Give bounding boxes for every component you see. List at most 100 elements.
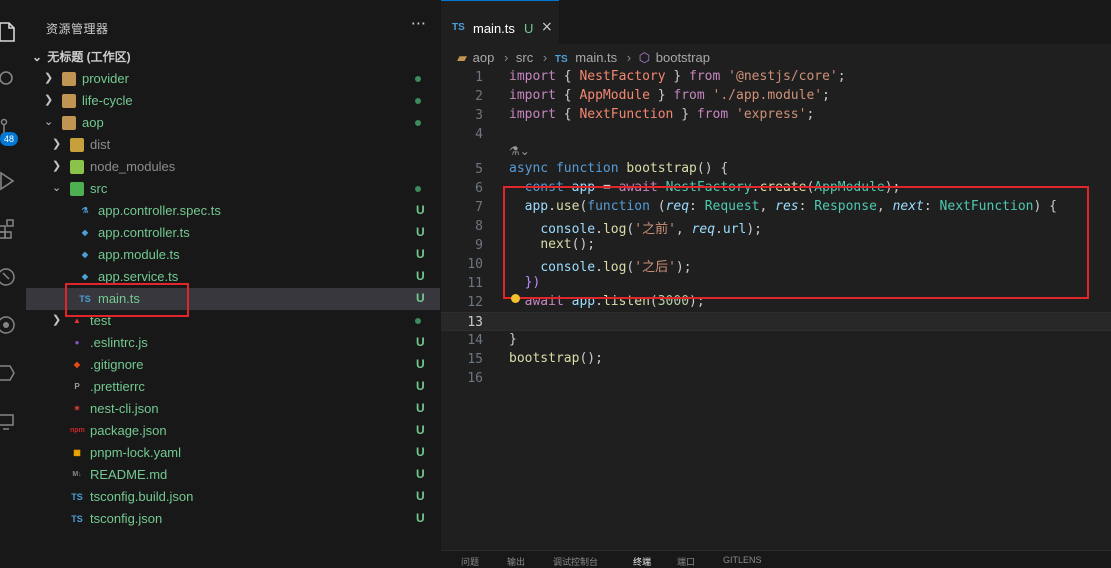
line-number: 14 (467, 333, 483, 348)
remote-explorer-icon[interactable] (0, 308, 26, 338)
tree-folder-node-modules[interactable]: ❯ node_modules (26, 156, 440, 178)
npm-icon: npm (70, 427, 85, 434)
git-status-untracked: U (416, 489, 425, 503)
tree-file-gitignore[interactable]: ◆ .gitignore U (26, 354, 440, 376)
git-status-untracked: U (416, 335, 425, 349)
breadcrumb-item[interactable]: src (516, 50, 533, 65)
tree-folder-dist[interactable]: ❯ dist (26, 134, 440, 156)
tree-item-label: app.controller.spec.ts (98, 203, 221, 218)
line-number: 11 (467, 276, 483, 291)
tree-file-app-controller[interactable]: ◆ app.controller.ts U (26, 222, 440, 244)
folder-node-icon (70, 160, 84, 174)
code-line: 2 import { AppModule } from './app.modul… (441, 87, 1111, 106)
git-status-dot (415, 120, 421, 126)
activity-bar: 48 (0, 0, 27, 562)
more-actions-icon[interactable]: ··· (411, 14, 426, 33)
function-symbol-icon: ⬡ (638, 50, 651, 65)
remote-icon[interactable] (0, 404, 26, 434)
folder-open-icon (62, 116, 76, 130)
code-lens-icon[interactable]: ⚗⌄ (509, 144, 530, 158)
eslint-icon: ● (74, 338, 80, 347)
code-line: 15 bootstrap(); (441, 350, 1111, 369)
tree-item-label: dist (90, 137, 111, 152)
line-number: 15 (467, 352, 483, 367)
code-text: bootstrap(); (509, 351, 603, 366)
git-graph-icon[interactable] (0, 260, 26, 290)
tree-item-label: app.service.ts (98, 269, 179, 284)
tree-item-label: pnpm-lock.yaml (90, 445, 182, 460)
tree-file-eslintrc[interactable]: ● .eslintrc.js U (26, 332, 440, 354)
test-file-icon: ⚗ (81, 206, 89, 215)
line-number: 2 (475, 89, 483, 104)
tree-item-label: nest-cli.json (90, 401, 159, 416)
explorer-icon[interactable] (0, 16, 26, 46)
folder-src-icon (70, 182, 84, 196)
tree-item-label: .eslintrc.js (90, 335, 148, 350)
testing-icon[interactable] (0, 356, 26, 386)
extensions-icon[interactable] (0, 212, 26, 242)
search-icon[interactable] (0, 62, 26, 92)
tree-file-pnpm-lock[interactable]: ▦ pnpm-lock.yaml U (26, 442, 440, 464)
pnpm-icon: ▦ (73, 448, 81, 457)
tree-file-package-json[interactable]: npm package.json U (26, 420, 440, 442)
panel-tab-bar: 问题 输出 调试控制台 终端 端口 GITLENS (441, 550, 1111, 567)
close-icon[interactable]: × (541, 19, 553, 35)
run-debug-icon[interactable] (0, 164, 26, 194)
code-line: 1 import { NestFactory } from '@nestjs/c… (441, 68, 1111, 87)
annotation-highlight-middleware (503, 186, 1089, 299)
tree-item-label: src (90, 181, 108, 196)
tree-file-tsconfig[interactable]: TS tsconfig.json U (26, 508, 440, 530)
typescript-file-icon: TS (554, 54, 568, 65)
tsconfig-icon: TS (71, 492, 83, 502)
tsconfig-icon: TS (71, 514, 83, 524)
tree-folder-aop[interactable]: ⌄ aop (26, 112, 440, 134)
tree-item-label: provider (82, 71, 129, 86)
tree-file-prettierrc[interactable]: P .prettierrc U (26, 376, 440, 398)
git-status-untracked: U (416, 357, 425, 371)
source-control-badge: 48 (0, 132, 18, 146)
code-text: import { AppModule } from './app.module'… (509, 88, 830, 103)
code-line: 3 import { NextFunction } from 'express'… (441, 106, 1111, 125)
lightbulb-icon[interactable] (511, 294, 520, 303)
line-number: 5 (475, 162, 483, 177)
git-status-untracked: U (416, 423, 425, 437)
chevron-down-icon: ⌄ (44, 116, 54, 128)
chevron-right-icon: › (503, 50, 509, 65)
tree-file-app-module[interactable]: ◆ app.module.ts U (26, 244, 440, 266)
line-number: 8 (475, 219, 483, 234)
code-text: async function bootstrap() { (509, 161, 729, 176)
tree-file-app-controller-spec[interactable]: ⚗ app.controller.spec.ts U (26, 200, 440, 222)
tree-folder-life-cycle[interactable]: ❯ life-cycle (26, 90, 440, 112)
chevron-right-icon: ❯ (52, 160, 62, 172)
chevron-right-icon: ❯ (52, 314, 62, 326)
code-line: 5 async function bootstrap() { (441, 160, 1111, 179)
git-status-dot (415, 186, 421, 192)
tree-item-label: tsconfig.build.json (90, 489, 194, 504)
workspace-header[interactable]: ⌄ 无标题 (工作区) (32, 48, 131, 68)
line-number: 16 (467, 371, 483, 386)
breadcrumb-item[interactable]: bootstrap (656, 50, 710, 65)
line-number: 3 (475, 108, 483, 123)
tree-file-tsconfig-build[interactable]: TS tsconfig.build.json U (26, 486, 440, 508)
line-number: 10 (467, 257, 483, 272)
chevron-right-icon: ❯ (52, 138, 62, 150)
git-status-untracked: U (416, 379, 425, 393)
line-number: 13 (467, 315, 483, 330)
chevron-right-icon: › (542, 50, 548, 65)
breadcrumb-item[interactable]: aop (473, 50, 495, 65)
annotation-highlight-main-ts (65, 283, 189, 317)
breadcrumb-item[interactable]: main.ts (575, 50, 617, 65)
panel-tab-gitlens[interactable]: GITLENS (723, 555, 762, 565)
tree-file-nest-cli[interactable]: ✶ nest-cli.json U (26, 398, 440, 420)
tree-file-readme[interactable]: M↓ README.md U (26, 464, 440, 486)
line-number: 12 (467, 295, 483, 310)
git-status-untracked: U (416, 247, 425, 261)
tree-item-label: app.controller.ts (98, 225, 190, 240)
chevron-right-icon: ❯ (44, 72, 54, 84)
git-status-dot (415, 76, 421, 82)
tab-main-ts[interactable]: TS main.ts U × (441, 0, 559, 45)
line-number: 7 (475, 200, 483, 215)
tree-folder-provider[interactable]: ❯ provider (26, 68, 440, 90)
tree-folder-src[interactable]: ⌄ src (26, 178, 440, 200)
tree-item-label: app.module.ts (98, 247, 180, 262)
